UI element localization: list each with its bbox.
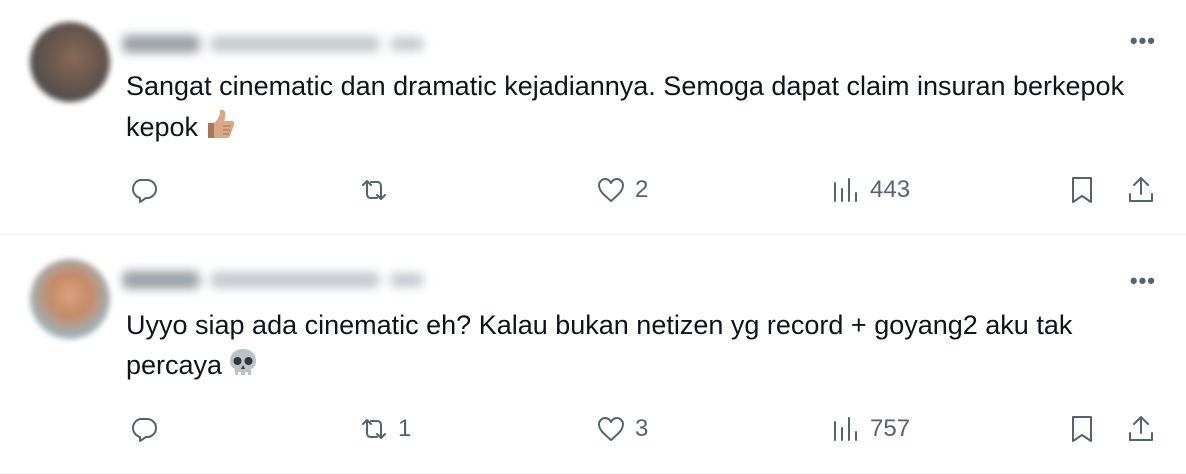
views-count: 443 [870,176,911,203]
blurred-user-name[interactable] [122,29,424,59]
reply-icon [132,179,157,203]
retweet-button[interactable]: 1 [358,409,411,449]
retweet-icon [362,419,386,439]
share-button[interactable] [1125,170,1157,210]
heart-icon [598,417,624,441]
reply-button[interactable] [128,170,168,210]
share-icon [1129,416,1153,441]
more-options-button[interactable]: ••• [1130,30,1156,52]
bookmark-button[interactable] [1066,409,1098,449]
bookmark-icon [1072,416,1092,442]
avatar[interactable] [30,22,110,102]
tweet[interactable]: ••• Sangat cinematic dan dramatic kejadi… [0,0,1186,235]
blurred-user-name[interactable] [122,265,424,295]
bookmark-button[interactable] [1066,170,1098,210]
views-bar-chart-icon [834,417,857,441]
views-button[interactable]: 757 [830,409,910,449]
tweet-actions: 2 443 [0,170,1186,210]
like-count: 2 [635,176,649,203]
views-button[interactable]: 443 [830,170,910,210]
retweet-count: 1 [398,415,412,442]
reply-icon [132,418,157,442]
views-count: 757 [870,415,911,442]
tweet-actions: 1 3 757 [0,409,1186,449]
bookmark-icon [1072,177,1092,203]
reply-button[interactable] [128,409,168,449]
share-icon [1129,177,1153,202]
skull-icon [226,346,260,391]
tweet-text-content: Uyyo siap ada cinematic eh? Kalau bukan … [126,310,1073,380]
more-options-button[interactable]: ••• [1130,270,1156,292]
like-button[interactable]: 2 [595,170,648,210]
like-button[interactable]: 3 [595,409,648,449]
thumbs-up-icon [202,106,238,153]
like-count: 3 [635,415,649,442]
retweet-icon [362,180,386,200]
tweet-text-content: Sangat cinematic dan dramatic kejadianny… [126,71,1125,142]
retweet-button[interactable] [358,170,398,210]
heart-icon [598,178,624,202]
share-button[interactable] [1125,409,1157,449]
tweet[interactable]: ••• Uyyo siap ada cinematic eh? Kalau bu… [0,236,1186,474]
views-bar-chart-icon [834,178,857,202]
tweet-text: Uyyo siap ada cinematic eh? Kalau bukan … [126,305,1146,391]
tweet-text: Sangat cinematic dan dramatic kejadianny… [126,66,1146,153]
avatar[interactable] [30,259,110,339]
